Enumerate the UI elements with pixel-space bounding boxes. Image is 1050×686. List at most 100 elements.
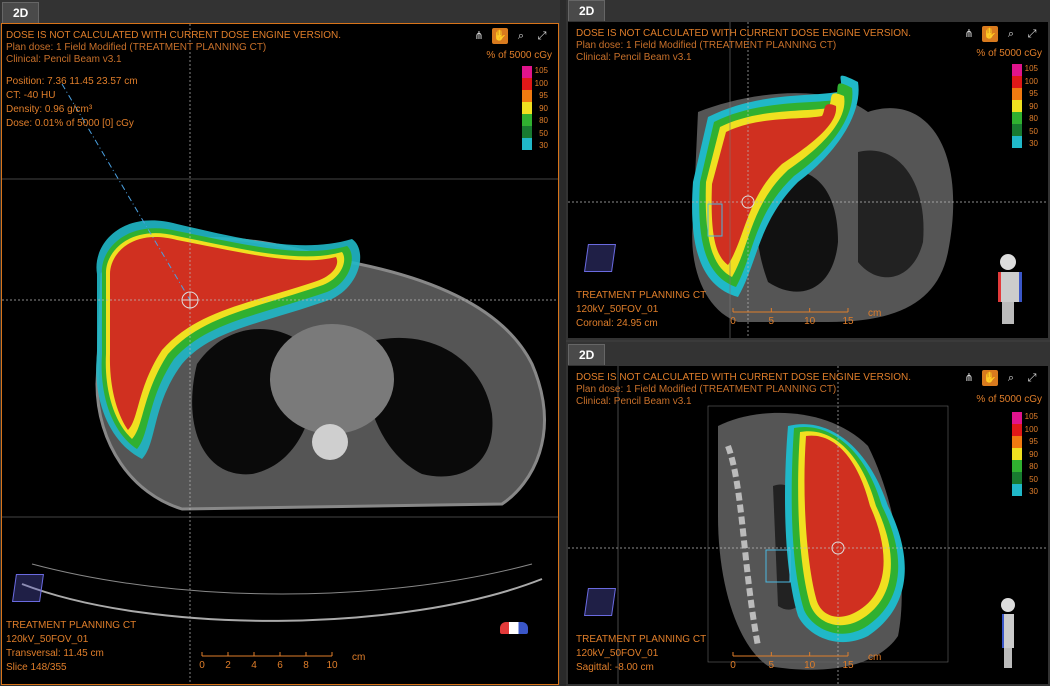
dose-unit-label: % of 5000 cGy	[486, 50, 552, 61]
clinical-label: Clinical: Pencil Beam v3.1	[6, 54, 122, 65]
legend-swatch	[1011, 472, 1022, 484]
legend-swatch	[1011, 64, 1022, 76]
scale-tick-label: 0	[730, 660, 736, 671]
scale-tick-label: 5	[769, 660, 775, 671]
transversal-view[interactable]: 0 2 4 6 8 10 cm DOSE IS NOT CALCULATED WITH CU…	[1, 23, 559, 685]
legend-swatch	[521, 66, 532, 78]
dose-unit-label-coronal: % of 5000 cGy	[976, 48, 1042, 59]
scale-unit-label: cm	[868, 652, 881, 663]
image-set-label-coronal: TREATMENT PLANNING CT	[576, 290, 707, 301]
zoom-icon[interactable]: ⌕	[1003, 370, 1019, 386]
pan-hand-icon[interactable]: ✋	[982, 26, 998, 42]
fullscreen-icon[interactable]: ⤢	[1024, 26, 1040, 42]
dose-legend: 105 100 95 90 80 50 30	[521, 66, 548, 150]
patient-orientation-icon	[500, 622, 528, 634]
scan-protocol-label: 120kV_50FOV_01	[6, 634, 89, 645]
fullscreen-icon[interactable]: ⤢	[534, 28, 550, 44]
tab-2d-left[interactable]: 2D	[2, 2, 40, 23]
scale-tick-label: 15	[842, 660, 854, 671]
coronal-plane-label: Coronal: 24.95 cm	[576, 318, 658, 329]
plan-dose-label: Plan dose: 1 Field Modified (TREATMENT P…	[6, 42, 267, 53]
cursor-position: Position: 7.36 11.45 23.57 cm	[6, 76, 138, 87]
zoom-icon[interactable]: ⌕	[1003, 26, 1019, 42]
sagittal-plane-label: Sagittal: -8.00 cm	[576, 662, 654, 673]
legend-swatch	[1011, 448, 1022, 460]
toolbar-sagittal: ⋔ ✋ ⌕ ⤢	[961, 370, 1040, 386]
legend-value: 95	[1029, 89, 1038, 98]
bottomright-panel: 2D 0 5 10 15 cm DOSE IS NOT CALCULATED WITH …	[566, 342, 1050, 686]
legend-value: 105	[534, 66, 548, 75]
scale-unit-label: cm	[868, 308, 881, 319]
patient-figure-icon	[998, 254, 1022, 328]
legend-swatch	[1011, 76, 1022, 88]
scan-protocol-label-coronal: 120kV_50FOV_01	[576, 304, 659, 315]
legend-value: 105	[1024, 412, 1038, 421]
legend-values: 105 100 95 90 80 50 30	[1025, 64, 1038, 148]
legend-value: 50	[539, 128, 548, 138]
transversal-scale: 0 2 4 6 8 10 cm	[199, 652, 365, 671]
scale-tick-label: 6	[277, 660, 283, 671]
scale-tick-label: 15	[842, 316, 854, 327]
legend-values: 105 100 95 90 80 50 30	[1025, 412, 1038, 496]
legend-value: 100	[1024, 424, 1038, 434]
legend-value: 100	[534, 78, 548, 88]
legend-swatch	[521, 90, 532, 102]
scale-tick-label: 2	[225, 660, 231, 671]
zoom-icon[interactable]: ⌕	[513, 28, 529, 44]
pan-hand-icon[interactable]: ✋	[492, 28, 508, 44]
legend-value: 30	[1029, 139, 1038, 148]
tab-2d-topright[interactable]: 2D	[568, 0, 606, 21]
legend-swatch	[1011, 88, 1022, 100]
image-set-label: TREATMENT PLANNING CT	[6, 620, 137, 631]
scale-tick-label: 8	[303, 660, 309, 671]
beam-icon[interactable]: ⋔	[961, 370, 977, 386]
dose-warning-sagittal: DOSE IS NOT CALCULATED WITH CURRENT DOSE…	[576, 372, 912, 383]
legend-value: 50	[1029, 126, 1038, 136]
legend-value: 90	[1029, 101, 1038, 111]
cursor-ct: CT: -40 HU	[6, 90, 56, 101]
fullscreen-icon[interactable]: ⤢	[1024, 370, 1040, 386]
scale-tick-label: 0	[199, 660, 205, 671]
legend-value: 90	[1029, 449, 1038, 459]
toolbar-left: ⋔ ✋ ⌕ ⤢	[471, 28, 550, 44]
scale-tick-label: 10	[326, 660, 338, 671]
legend-swatch	[521, 126, 532, 138]
cursor-density: Density: 0.96 g/cm³	[6, 104, 93, 115]
legend-swatch	[521, 114, 532, 126]
legend-swatch	[1011, 112, 1022, 124]
legend-value: 100	[1024, 76, 1038, 86]
dose-warning-coronal: DOSE IS NOT CALCULATED WITH CURRENT DOSE…	[576, 28, 912, 39]
tab-2d-bottomright[interactable]: 2D	[568, 344, 606, 365]
legend-values: 105 100 95 90 80 50 30	[535, 66, 548, 150]
scale-tick-label: 10	[804, 316, 816, 327]
legend-value: 105	[1024, 64, 1038, 73]
dose-warning: DOSE IS NOT CALCULATED WITH CURRENT DOSE…	[6, 30, 342, 41]
clinical-label-coronal: Clinical: Pencil Beam v3.1	[576, 52, 692, 63]
transversal-plane-label: Transversal: 11.45 cm	[6, 648, 104, 659]
legend-swatch	[1011, 460, 1022, 472]
legend-value: 80	[1029, 114, 1038, 123]
legend-value: 95	[1029, 437, 1038, 446]
legend-swatch	[1011, 484, 1022, 496]
beam-icon[interactable]: ⋔	[471, 28, 487, 44]
orientation-cube-icon	[12, 574, 44, 602]
slice-label: Slice 148/355	[6, 662, 67, 673]
beam-icon[interactable]: ⋔	[961, 26, 977, 42]
dose-legend-coronal: 105 100 95 90 80 50 30	[1011, 64, 1038, 148]
scale-tick-label: 4	[251, 660, 257, 671]
scale-tick-label: 10	[804, 660, 816, 671]
orientation-cube-icon	[584, 244, 616, 272]
legend-swatch	[1011, 124, 1022, 136]
legend-value: 30	[1029, 487, 1038, 496]
legend-swatch	[1011, 436, 1022, 448]
pan-hand-icon[interactable]: ✋	[982, 370, 998, 386]
dose-unit-label-sagittal: % of 5000 cGy	[976, 394, 1042, 405]
dose-legend-sagittal: 105 100 95 90 80 50 30	[1011, 412, 1038, 496]
legend-value: 30	[539, 141, 548, 150]
sagittal-view[interactable]: 0 5 10 15 cm DOSE IS NOT CALCULATED WITH CUR…	[568, 366, 1048, 684]
left-panel: 2D 0 2 4 6 8 10 cm DOSE IS NOT CALCULATE…	[0, 0, 560, 686]
patient-figure-side-icon	[998, 598, 1018, 672]
legend-swatch	[1011, 136, 1022, 148]
legend-value: 80	[539, 116, 548, 125]
coronal-view[interactable]: 0 5 10 15 cm DOSE IS NOT CALCULATED WITH CUR…	[568, 22, 1048, 338]
